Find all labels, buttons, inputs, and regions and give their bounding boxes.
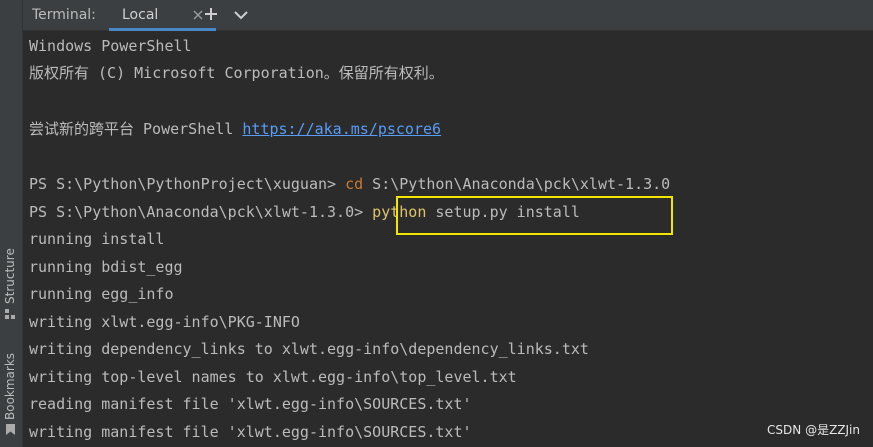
pscore-link[interactable]: https://aka.ms/pscore6 <box>242 120 441 138</box>
command-args: setup.py install <box>426 203 580 221</box>
terminal-line-pscore: 尝试新的跨平台 PowerShell https://aka.ms/pscore… <box>29 118 441 140</box>
terminal-output[interactable]: Windows PowerShell 版权所有 (C) Microsoft Co… <box>23 31 873 447</box>
terminal-tab-bar: Terminal: Local <box>23 0 873 31</box>
csdn-watermark: CSDN @是ZZJin <box>767 423 860 437</box>
terminal-line: writing xlwt.egg-info\PKG-INFO <box>29 313 300 331</box>
chevron-down-icon[interactable] <box>233 7 249 23</box>
terminal-line: writing dependency_links to xlwt.egg-inf… <box>29 340 589 358</box>
terminal-line-python-command: PS S:\Python\Anaconda\pck\xlwt-1.3.0> py… <box>29 201 580 223</box>
structure-icon[interactable] <box>5 309 16 320</box>
prompt-text: PS S:\Python\PythonProject\xuguan> <box>29 175 346 193</box>
terminal-line: running install <box>29 230 165 248</box>
bookmark-icon[interactable] <box>5 424 16 435</box>
command-keyword: cd <box>345 175 364 193</box>
terminal-line: 版权所有 (C) Microsoft Corporation。保留所有权利。 <box>29 64 444 82</box>
terminal-line-cd-command: PS S:\Python\PythonProject\xuguan> cd S:… <box>29 173 670 195</box>
tab-local[interactable]: Local <box>109 0 216 31</box>
command-args: S:\Python\Anaconda\pck\xlwt-1.3.0 <box>363 175 671 193</box>
terminal-line: running bdist_egg <box>29 258 183 276</box>
prompt-text: PS S:\Python\Anaconda\pck\xlwt-1.3.0> <box>29 203 373 221</box>
terminal-line: writing manifest file 'xlwt.egg-info\SOU… <box>29 423 472 441</box>
terminal-line: running egg_info <box>29 285 174 303</box>
bookmarks-tool-tab[interactable]: Bookmarks <box>3 350 17 420</box>
tab-local-label: Local <box>122 7 159 23</box>
structure-tool-tab[interactable]: Structure <box>3 244 17 304</box>
left-tool-strip: Structure Bookmarks <box>0 0 23 447</box>
terminal-line: reading manifest file 'xlwt.egg-info\SOU… <box>29 395 472 413</box>
plus-icon[interactable] <box>203 6 219 22</box>
terminal-line: writing top-level names to xlwt.egg-info… <box>29 368 517 386</box>
command-keyword: python <box>372 203 427 221</box>
terminal-text: 尝试新的跨平台 PowerShell <box>29 120 243 138</box>
terminal-line: Windows PowerShell <box>29 37 192 55</box>
terminal-panel-title: Terminal: <box>32 7 96 23</box>
